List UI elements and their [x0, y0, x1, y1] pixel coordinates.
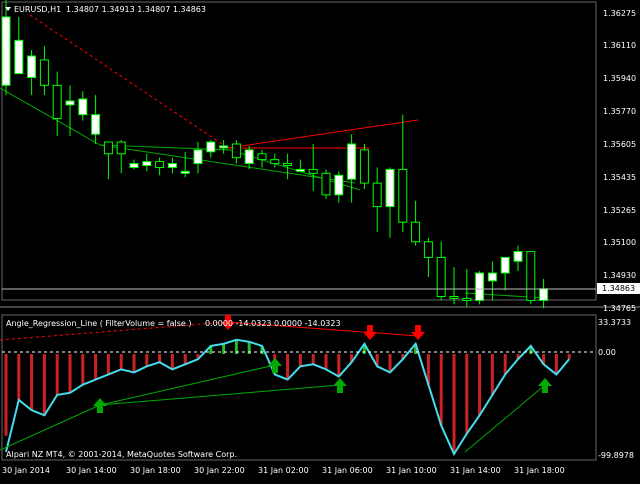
- symbol-label: EURUSD,H1: [14, 5, 61, 14]
- candle-body: [257, 153, 267, 161]
- candle-body: [372, 182, 382, 208]
- main-series: [0, 0, 549, 309]
- chart-canvas[interactable]: EURUSD,H1 1.34807 1.34913 1.34807 1.3486…: [0, 0, 640, 480]
- main-chart-frame: [1, 1, 597, 301]
- price-tick: 1.35435: [603, 173, 636, 182]
- time-label: 30 Jan 18:00: [130, 466, 181, 475]
- mt4-chart-window[interactable]: EURUSD,H1 1.34807 1.34913 1.34807 1.3486…: [0, 0, 640, 480]
- arrow-down-icon: [411, 325, 425, 340]
- candle-body: [475, 272, 485, 301]
- candle-body: [65, 100, 75, 106]
- time-label: 30 Jan 22:00: [194, 466, 245, 475]
- trend-line-dashed: [29, 14, 229, 149]
- time-label: 31 Jan 06:00: [322, 466, 373, 475]
- candle-body: [103, 141, 113, 155]
- candle-body: [398, 168, 408, 223]
- time-axis[interactable]: 30 Jan 2014 30 Jan 14:00 30 Jan 18:00 30…: [2, 466, 565, 475]
- indicator-axis-bottom: -99.8978: [598, 451, 634, 460]
- candle-body: [321, 172, 331, 196]
- price-tick: 1.35265: [603, 206, 636, 215]
- candle-body: [231, 143, 241, 159]
- arrow-down-icon: [363, 325, 377, 340]
- candle-body: [27, 55, 37, 79]
- arrow-up-icon: [268, 358, 282, 373]
- price-tick: 1.36275: [603, 9, 636, 18]
- trend-line: [227, 119, 419, 149]
- arrow-up-icon: [538, 378, 552, 393]
- indicator-axis[interactable]: 33.3733 0.00 -99.8978: [598, 318, 634, 460]
- candle-body: [78, 98, 88, 116]
- current-price-label: 1.34863: [602, 284, 635, 293]
- price-tick: 1.35605: [603, 140, 636, 149]
- candle-body: [270, 159, 280, 165]
- candle-body: [539, 288, 549, 301]
- candle-body: [487, 272, 497, 282]
- time-label: 31 Jan 10:00: [386, 466, 437, 475]
- time-label: 31 Jan 02:00: [258, 466, 309, 475]
- indicator-axis-top: 33.3733: [598, 318, 631, 327]
- price-tick: 1.36110: [603, 41, 636, 50]
- candle-body: [142, 161, 152, 166]
- candle-body: [180, 170, 190, 174]
- indicator-title: Angle_Regression_Line ( FilterVolume = f…: [6, 319, 191, 328]
- candle-body: [129, 163, 139, 168]
- candle-body: [513, 251, 523, 262]
- time-label: 30 Jan 14:00: [66, 466, 117, 475]
- price-tick: 1.35100: [603, 238, 636, 247]
- candle-body: [116, 141, 126, 155]
- candle-body: [449, 296, 459, 299]
- ohlc-values: 1.34807 1.34913 1.34807 1.34863: [66, 5, 206, 14]
- price-axis[interactable]: 1.36275 1.36110 1.35940 1.35770 1.35605 …: [597, 9, 640, 313]
- candle-body: [167, 163, 177, 168]
- time-label: 31 Jan 14:00: [450, 466, 501, 475]
- candle-body: [526, 251, 536, 301]
- candle-body: [155, 161, 165, 168]
- candle-body: [411, 221, 421, 243]
- candle-body: [52, 84, 62, 120]
- candle-body: [500, 256, 510, 274]
- candle-body: [385, 168, 395, 208]
- price-tick: 1.35940: [603, 74, 636, 83]
- candle-body: [14, 39, 24, 75]
- time-label: 30 Jan 2014: [2, 466, 50, 475]
- candle-body: [462, 297, 472, 301]
- candle-body: [206, 141, 216, 153]
- indicator-axis-zero: 0.00: [598, 348, 616, 357]
- candle-body: [244, 149, 254, 165]
- candle-body: [295, 168, 305, 172]
- arrow-up-icon: [333, 378, 347, 393]
- oscillator-series: [0, 315, 571, 457]
- candle-body: [347, 143, 357, 180]
- price-tick: 1.34765: [603, 304, 636, 313]
- candle-body: [359, 149, 369, 184]
- candle-body: [1, 16, 11, 86]
- osc-regression-line: [99, 384, 341, 406]
- candle-body: [283, 163, 293, 166]
- candle-body: [308, 168, 318, 174]
- candle-body: [219, 145, 229, 149]
- copyright-text: Alpari NZ MT4, © 2001-2014, MetaQuotes S…: [6, 450, 237, 459]
- indicator-values: 0.0000 -14.0323 0.0000 -14.0323: [205, 319, 341, 328]
- price-tick: 1.35770: [603, 107, 636, 116]
- candle-body: [39, 59, 49, 86]
- time-label: 31 Jan 18:00: [514, 466, 565, 475]
- candle-body: [91, 114, 101, 135]
- candle-body: [193, 149, 203, 165]
- candle-body: [436, 256, 446, 298]
- price-tick: 1.34930: [603, 271, 636, 280]
- candle-body: [423, 241, 433, 258]
- candle-body: [334, 174, 344, 196]
- indicator-frame: [1, 314, 597, 461]
- arrow-up-icon: [93, 398, 107, 413]
